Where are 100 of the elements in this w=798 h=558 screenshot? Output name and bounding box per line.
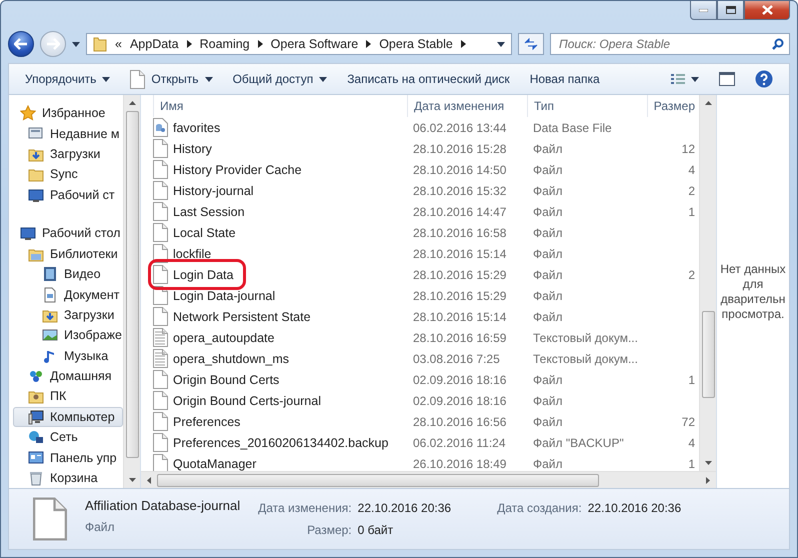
date-cell-text: 28.10.2016 15:28 bbox=[412, 142, 508, 156]
size-cell-text: 72 bbox=[680, 414, 695, 428]
file-icon bbox=[153, 391, 168, 410]
close-button[interactable] bbox=[744, 1, 790, 20]
detail-value: 22.10.2016 20:36 bbox=[358, 501, 452, 515]
down-arrow-icon bbox=[128, 478, 136, 482]
detail-label: Дата создания: bbox=[497, 501, 582, 515]
up-arrow-icon bbox=[704, 101, 712, 105]
file-name-cell[interactable]: Local State bbox=[153, 222, 407, 243]
navigation-item[interactable]: ПК bbox=[9, 386, 123, 407]
toolbar-button[interactable]: Открыть bbox=[122, 66, 221, 92]
file-icon bbox=[153, 160, 168, 179]
maximize-button[interactable] bbox=[717, 1, 744, 20]
detail-label: Дата изменения: bbox=[258, 501, 352, 515]
scrollbar-thumb[interactable] bbox=[126, 111, 138, 458]
database-file-icon bbox=[153, 118, 168, 137]
refresh-button[interactable] bbox=[518, 33, 544, 55]
address-bar[interactable]: « AppData Roaming Opera Software Opera Stable bbox=[86, 33, 512, 55]
search-field[interactable]: Поиск: Opera Stable bbox=[550, 33, 790, 55]
navigation-item[interactable]: Недавние м bbox=[9, 123, 123, 144]
column-header[interactable]: Тип bbox=[527, 95, 647, 117]
file-name-cell[interactable]: Preferences bbox=[153, 411, 407, 432]
date-cell-text: 28.10.2016 15:32 bbox=[412, 184, 508, 198]
detail-value: 0 байт bbox=[358, 523, 394, 537]
toolbar-button[interactable]: Записать на оптический диск bbox=[339, 69, 518, 89]
type-cell-text: Файл bbox=[532, 184, 564, 198]
date-cell-text: 28.10.2016 15:14 bbox=[412, 246, 508, 260]
scrollbar[interactable] bbox=[141, 471, 716, 488]
navigation-item[interactable]: Загрузки bbox=[9, 304, 123, 326]
file-name-cell[interactable]: Last Session bbox=[153, 201, 407, 222]
breadcrumb-item[interactable]: Opera Software bbox=[270, 37, 358, 51]
chevron-icon bbox=[186, 40, 192, 48]
file-name-cell[interactable]: History bbox=[153, 138, 407, 159]
navigation-item[interactable]: Рабочий ст bbox=[9, 184, 123, 205]
preview-message: для bbox=[742, 276, 764, 292]
breadcrumb-item[interactable]: AppData bbox=[130, 37, 179, 51]
navigation-item[interactable]: Панель упр bbox=[9, 447, 123, 468]
navigation-item[interactable]: Документ bbox=[9, 284, 123, 305]
breadcrumb-overflow[interactable]: « bbox=[115, 37, 122, 51]
scrollbar[interactable] bbox=[123, 95, 140, 488]
file-name-cell[interactable]: Preferences_20160206134402.backup bbox=[153, 432, 407, 453]
column-header[interactable]: Размер bbox=[647, 95, 695, 117]
back-arrow-icon bbox=[14, 38, 28, 50]
toolbar-button[interactable]: Общий доступ bbox=[224, 69, 336, 89]
type-cell-text: Файл bbox=[532, 288, 564, 302]
column-header[interactable]: Дата изменения bbox=[407, 95, 527, 117]
navigation-item[interactable]: Избранное bbox=[9, 103, 123, 124]
file-icon bbox=[33, 497, 67, 541]
file-name-cell[interactable]: Origin Bound Certs-journal bbox=[153, 390, 407, 411]
file-icon bbox=[153, 202, 168, 221]
file-icon bbox=[153, 307, 168, 326]
size-cell-text: 4 bbox=[687, 436, 695, 450]
scrollbar[interactable] bbox=[699, 95, 716, 471]
navigation-item[interactable]: Музыка bbox=[9, 346, 123, 366]
back-button[interactable] bbox=[8, 31, 34, 57]
size-cell-text: 2 bbox=[687, 268, 695, 282]
file-icon bbox=[153, 433, 168, 452]
breadcrumb-item[interactable]: Opera Stable bbox=[379, 37, 453, 51]
chevron-icon bbox=[460, 40, 466, 48]
date-cell-text: 28.10.2016 14:47 bbox=[412, 204, 508, 218]
file-icon bbox=[153, 370, 168, 389]
file-name-cell[interactable]: QuotaManager bbox=[153, 453, 407, 471]
navigation-item[interactable]: Корзина bbox=[9, 468, 123, 488]
toolbar-button[interactable]: Новая папка bbox=[522, 69, 608, 89]
file-name-cell[interactable]: Network Persistent State bbox=[153, 306, 407, 327]
computer-icon bbox=[28, 408, 44, 425]
preview-pane-icon bbox=[719, 72, 735, 86]
date-cell-text: 02.09.2016 18:16 bbox=[412, 394, 508, 408]
file-icon bbox=[153, 139, 168, 158]
caret-icon bbox=[72, 42, 80, 46]
date-cell-text: 28.10.2016 15:29 bbox=[412, 288, 508, 302]
list-view-icon bbox=[671, 73, 685, 85]
column-header[interactable]: Имя bbox=[153, 95, 407, 117]
trash-icon bbox=[28, 470, 44, 486]
file-name-cell[interactable]: Login Data bbox=[148, 259, 246, 290]
file-icon bbox=[153, 223, 168, 242]
file-name-cell[interactable]: History-journal bbox=[153, 180, 407, 201]
toolbar-button[interactable]: Упорядочить bbox=[17, 69, 118, 89]
navigation-item[interactable]: Сеть bbox=[9, 427, 123, 448]
date-cell-text: 06.02.2016 11:24 bbox=[412, 436, 507, 450]
navigation-item[interactable]: Sync bbox=[9, 164, 123, 184]
file-name-cell[interactable]: opera_autoupdate bbox=[153, 327, 407, 348]
navigation-item[interactable]: Загрузки bbox=[9, 144, 123, 164]
minimize-button[interactable] bbox=[690, 1, 717, 20]
file-name-cell[interactable]: Origin Bound Certs bbox=[153, 369, 407, 390]
file-name-cell[interactable]: History Provider Cache bbox=[153, 159, 407, 180]
navigation-item[interactable]: Библиотеки bbox=[9, 244, 123, 264]
file-name-cell[interactable]: favorites bbox=[153, 117, 407, 138]
navigation-item[interactable]: Компьютер bbox=[13, 406, 123, 427]
navigation-item[interactable]: Рабочий стол bbox=[9, 223, 123, 244]
navigation-item[interactable]: Изображе bbox=[9, 325, 123, 346]
scrollbar-thumb[interactable] bbox=[702, 311, 714, 398]
scrollbar-thumb[interactable] bbox=[157, 474, 599, 486]
chevron-icon bbox=[258, 40, 263, 48]
breadcrumb-item[interactable]: Roaming bbox=[200, 37, 250, 51]
document-icon bbox=[42, 286, 58, 303]
navigation-item[interactable]: Видео bbox=[9, 264, 123, 284]
date-cell-text: 26.10.2016 18:49 bbox=[412, 456, 508, 470]
navigation-item[interactable]: Домашняя bbox=[9, 366, 123, 386]
file-name-cell[interactable]: opera_shutdown_ms bbox=[153, 348, 407, 369]
